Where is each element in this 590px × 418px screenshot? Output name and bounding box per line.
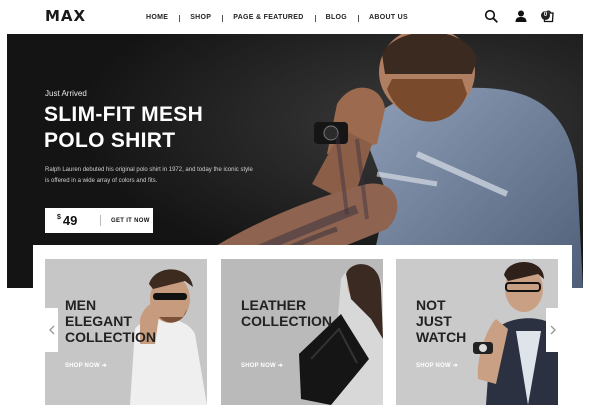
- get-it-now-label: GET IT NOW: [111, 217, 150, 224]
- chevron-left-icon: [48, 325, 54, 335]
- category-carousel: MEN ELEGANT COLLECTION SHOP NOW ➜ LEATHE…: [33, 245, 572, 418]
- hero-title: SLIM-FIT MESH POLO SHIRT: [44, 102, 304, 154]
- shop-now-label: SHOP NOW: [241, 363, 276, 369]
- hero-kicker: Just Arrived: [45, 89, 87, 98]
- category-title-line: COLLECTION: [241, 313, 332, 329]
- user-icon[interactable]: [514, 9, 528, 23]
- category-title-line: JUST: [416, 313, 452, 329]
- category-title-men: MEN ELEGANT COLLECTION: [65, 297, 185, 345]
- category-title-watch: NOT JUST WATCH: [416, 297, 536, 345]
- arrow-right-icon: ➜: [101, 363, 107, 369]
- category-title-line: NOT: [416, 297, 446, 313]
- category-title-line: MEN: [65, 297, 97, 313]
- get-it-now-button[interactable]: $ 49 GET IT NOW: [45, 208, 153, 233]
- category-title-line: LEATHER: [241, 297, 307, 313]
- logo[interactable]: MAX: [45, 7, 86, 25]
- nav-page-featured[interactable]: PAGE & FEATURED: [222, 14, 314, 22]
- category-title-leather: LEATHER COLLECTION: [241, 297, 361, 329]
- chevron-right-icon: [550, 325, 556, 335]
- arrow-right-icon: ➜: [277, 363, 283, 369]
- search-icon[interactable]: [484, 9, 498, 23]
- carousel-prev-button[interactable]: [45, 308, 58, 352]
- nav-blog[interactable]: BLOG: [314, 14, 358, 22]
- category-title-line: COLLECTION: [65, 329, 156, 345]
- shop-now-label: SHOP NOW: [65, 363, 100, 369]
- site-header: MAX HOME SHOP PAGE & FEATURED BLOG ABOUT…: [0, 0, 590, 34]
- price-currency: $: [57, 214, 61, 221]
- category-title-line: WATCH: [416, 329, 467, 345]
- leather-model-image: [221, 259, 383, 405]
- cart-count-badge: 0: [541, 11, 550, 20]
- shop-now-link-men[interactable]: SHOP NOW ➜: [65, 362, 107, 369]
- shop-now-link-watch[interactable]: SHOP NOW ➜: [416, 362, 458, 369]
- price-value: 49: [62, 213, 78, 228]
- nav-home[interactable]: HOME: [135, 14, 179, 21]
- arrow-right-icon: ➜: [452, 363, 458, 369]
- nav-about-us[interactable]: ABOUT US: [358, 14, 419, 22]
- main-nav: HOME SHOP PAGE & FEATURED BLOG ABOUT US: [135, 11, 419, 23]
- hero-description: Ralph Lauren debuted his original polo s…: [45, 167, 253, 184]
- category-card-men[interactable]: MEN ELEGANT COLLECTION SHOP NOW ➜: [45, 259, 207, 405]
- hero-title-line-1: SLIM-FIT MESH: [44, 103, 204, 126]
- category-title-line: ELEGANT: [65, 313, 132, 329]
- shop-now-link-leather[interactable]: SHOP NOW ➜: [241, 362, 283, 369]
- category-card-watch[interactable]: NOT JUST WATCH SHOP NOW ➜: [396, 259, 558, 405]
- hero-price: $ 49: [45, 213, 100, 228]
- hero-title-line-2: POLO SHIRT: [44, 129, 176, 152]
- carousel-next-button[interactable]: [546, 308, 559, 352]
- shop-now-label: SHOP NOW: [416, 363, 451, 369]
- nav-shop[interactable]: SHOP: [179, 14, 222, 22]
- category-card-leather[interactable]: LEATHER COLLECTION SHOP NOW ➜: [221, 259, 383, 405]
